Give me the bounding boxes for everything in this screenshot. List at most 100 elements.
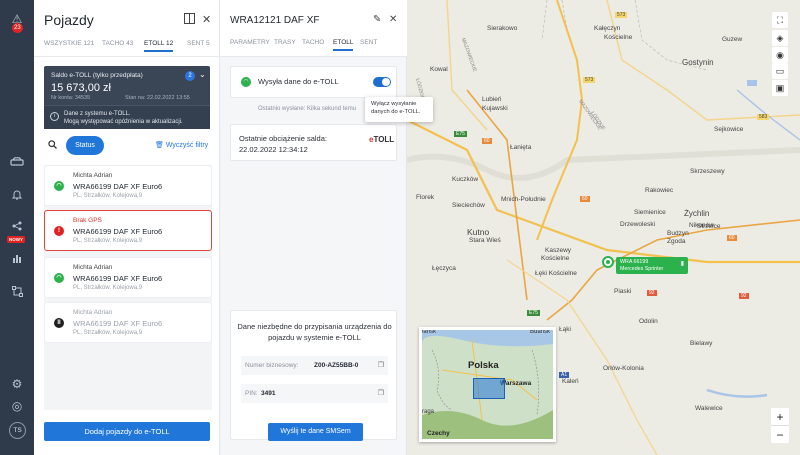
map-place-label: Kałęczyn bbox=[594, 25, 621, 32]
map-place-label: Sieciechów bbox=[452, 202, 485, 209]
tab-tacho[interactable]: TACHO 43 bbox=[102, 40, 133, 47]
vehicle-card[interactable]: ◠ Michta Adrian WRA66199 DAF XF Euro6 PL… bbox=[44, 165, 212, 206]
vehicle-marker[interactable] bbox=[602, 256, 614, 268]
battery-icon: ▮ bbox=[680, 261, 684, 267]
split-view-icon[interactable] bbox=[184, 13, 195, 27]
tab-etoll[interactable]: ETOLL 12 bbox=[144, 40, 174, 52]
map-place-label: Sejkowice bbox=[714, 126, 744, 133]
zoom-out-button[interactable]: − bbox=[771, 425, 789, 443]
etoll-balance-card[interactable]: Saldo e-TOLL (tylko przedpłata) 2 ⌄ 15 6… bbox=[44, 66, 210, 129]
fullscreen-icon[interactable]: ⛶ bbox=[772, 12, 788, 28]
vehicles-icon[interactable] bbox=[8, 153, 26, 171]
tab-parameters[interactable]: PARAMETRY bbox=[230, 39, 270, 46]
map-place-label: Kaleń bbox=[562, 378, 579, 385]
bell-icon[interactable] bbox=[8, 185, 26, 203]
settings-icon[interactable]: ⚙ bbox=[8, 375, 26, 393]
tab-all[interactable]: WSZYSTKIE 121 bbox=[44, 40, 94, 47]
rectangle-tool-icon[interactable]: ▭ bbox=[772, 63, 788, 79]
status-filter-button[interactable]: Status bbox=[66, 136, 104, 155]
edit-icon[interactable]: ✎ bbox=[373, 14, 381, 25]
vehicles-title: Pojazdy bbox=[44, 12, 94, 28]
tab-routes[interactable]: TRASY bbox=[274, 39, 296, 46]
map-place-label: Orłów-Kolonia bbox=[603, 365, 644, 372]
map-place-label: Rakowiec bbox=[645, 187, 674, 194]
search-icon[interactable] bbox=[48, 140, 57, 152]
minimap-city-label: raga bbox=[422, 409, 435, 415]
driver-name: Michta Adrian bbox=[73, 309, 113, 316]
balance-count-badge: 2 bbox=[185, 71, 195, 81]
vehicle-address: PL, Strzałków, Kolejowa,9 bbox=[73, 330, 143, 336]
pin-label: PIN: bbox=[245, 390, 258, 397]
minimap-gdansk-label: Dańsk bbox=[419, 329, 437, 335]
clear-filters-link[interactable]: 🗑 Wyczyść filtry bbox=[155, 141, 208, 149]
map-place-label: Lubień bbox=[482, 96, 502, 103]
send-data-toggle[interactable] bbox=[373, 77, 391, 87]
map-place-label: Kościelne bbox=[541, 255, 570, 262]
etoll-logo: eTOLL bbox=[369, 135, 395, 144]
vehicle-detail-panel: WRA12121 DAF XF ✎ ✕ PARAMETRY TRASY TACH… bbox=[220, 0, 407, 455]
user-avatar[interactable]: TS bbox=[9, 422, 26, 439]
tab-sent[interactable]: SENT 5 bbox=[187, 40, 210, 47]
map-place-label: Kościelne bbox=[604, 34, 633, 41]
vehicles-tabs: WSZYSTKIE 121 TACHO 43 ETOLL 12 SENT 5 bbox=[34, 37, 220, 57]
vehicle-card[interactable]: ◠ Michta Adrian WRA66199 DAF XF Euro6 PL… bbox=[44, 257, 212, 298]
share-icon[interactable] bbox=[8, 217, 26, 235]
map-place-label: Florek bbox=[416, 194, 435, 201]
geofence-icon[interactable] bbox=[8, 282, 26, 300]
vehicle-name: WRA66199 DAF XF Euro6 bbox=[73, 227, 163, 236]
vehicle-list: ◠ Michta Adrian WRA66199 DAF XF Euro6 PL… bbox=[44, 165, 212, 410]
map-minimap[interactable]: Dańsk Bdańsk Polska Warszawa raga Czechy bbox=[419, 327, 556, 442]
image-icon[interactable]: ▣ bbox=[772, 80, 788, 96]
map-place-label: Walewice bbox=[695, 405, 723, 412]
map-place-label: Kutno bbox=[467, 227, 490, 237]
tab-etoll[interactable]: ETOLL bbox=[333, 39, 354, 51]
add-vehicles-button[interactable]: Dodaj pojazdy do e-TOLL bbox=[44, 422, 210, 441]
send-sms-button[interactable]: Wyślij te dane SMSem bbox=[268, 423, 363, 441]
vehicle-card[interactable]: ! Brak GPS WRA66199 DAF XF Euro6 PL, Str… bbox=[44, 210, 212, 251]
map-place-label: Guzew bbox=[722, 36, 743, 43]
map-view[interactable]: Sierakowo Kałęczyn Kościelne Guzew Gosty… bbox=[407, 0, 800, 455]
map-place-label: Odolin bbox=[639, 318, 658, 325]
detail-title: WRA12121 DAF XF bbox=[230, 15, 320, 26]
driver-name: Michta Adrian bbox=[73, 172, 113, 179]
map-place-label: Łęki Kościelne bbox=[535, 270, 577, 277]
business-number-field: Numer biznesowy: Z00-AZ55BB-0 ❐ bbox=[241, 356, 388, 375]
layers-icon[interactable]: ◈ bbox=[772, 30, 788, 46]
help-icon[interactable]: ◎ bbox=[8, 397, 26, 415]
vehicle-map-label[interactable]: WRA 66199 Mercedes Sprinter ▮ bbox=[616, 257, 688, 274]
zoom-in-button[interactable]: + bbox=[771, 408, 789, 426]
driver-name: Brak GPS bbox=[73, 217, 102, 224]
pin-field: PIN: 3491 ❐ bbox=[241, 384, 388, 403]
tab-tacho[interactable]: TACHO bbox=[302, 39, 324, 46]
wifi-icon: ◠ bbox=[54, 273, 64, 283]
minimap-country-label: Czechy bbox=[427, 430, 450, 437]
last-sent-text: Ostatnio wysłane: Kilka sekund temu bbox=[258, 106, 357, 112]
copy-icon[interactable]: ❐ bbox=[378, 389, 384, 397]
wifi-icon: ◠ bbox=[54, 181, 64, 191]
business-number-label: Numer biznesowy: bbox=[245, 362, 299, 369]
road-number: 60 bbox=[580, 196, 590, 202]
chevron-down-icon[interactable]: ⌄ bbox=[199, 70, 206, 79]
info-icon: i bbox=[50, 112, 59, 121]
vehicle-card[interactable]: II Michta Adrian WRA66199 DAF XF Euro6 P… bbox=[44, 302, 212, 343]
delay-warning: i Dane z systemu e-TOLL. Mogą występować … bbox=[44, 105, 210, 129]
minimap-gdansk-label: Bdańsk bbox=[530, 329, 551, 335]
map-place-label: Kujawski bbox=[482, 105, 508, 112]
pause-icon: II bbox=[54, 318, 64, 328]
vehicle-name: WRA66199 DAF XF Euro6 bbox=[73, 182, 163, 191]
map-place-label: Żychlin bbox=[684, 209, 710, 218]
minimap-viewport[interactable] bbox=[473, 378, 505, 399]
close-icon[interactable]: ✕ bbox=[202, 13, 211, 26]
account-number: Nr konta: 34535 bbox=[51, 95, 91, 101]
copy-icon[interactable]: ❐ bbox=[378, 361, 384, 369]
balance-label: Saldo e-TOLL (tylko przedpłata) bbox=[51, 72, 143, 79]
map-place-label: Skrzeszewy bbox=[690, 168, 725, 175]
map-place-label: Gostynin bbox=[682, 58, 714, 67]
close-icon[interactable]: ✕ bbox=[389, 14, 397, 25]
road-number: A1 bbox=[559, 372, 570, 378]
reports-icon[interactable] bbox=[8, 249, 26, 267]
business-number-value: Z00-AZ55BB-0 bbox=[314, 362, 359, 369]
tab-sent[interactable]: SENT bbox=[360, 39, 377, 46]
vehicle-address: PL, Strzałków, Kolejowa,9 bbox=[73, 238, 143, 244]
eye-icon[interactable]: ◉ bbox=[772, 47, 788, 63]
